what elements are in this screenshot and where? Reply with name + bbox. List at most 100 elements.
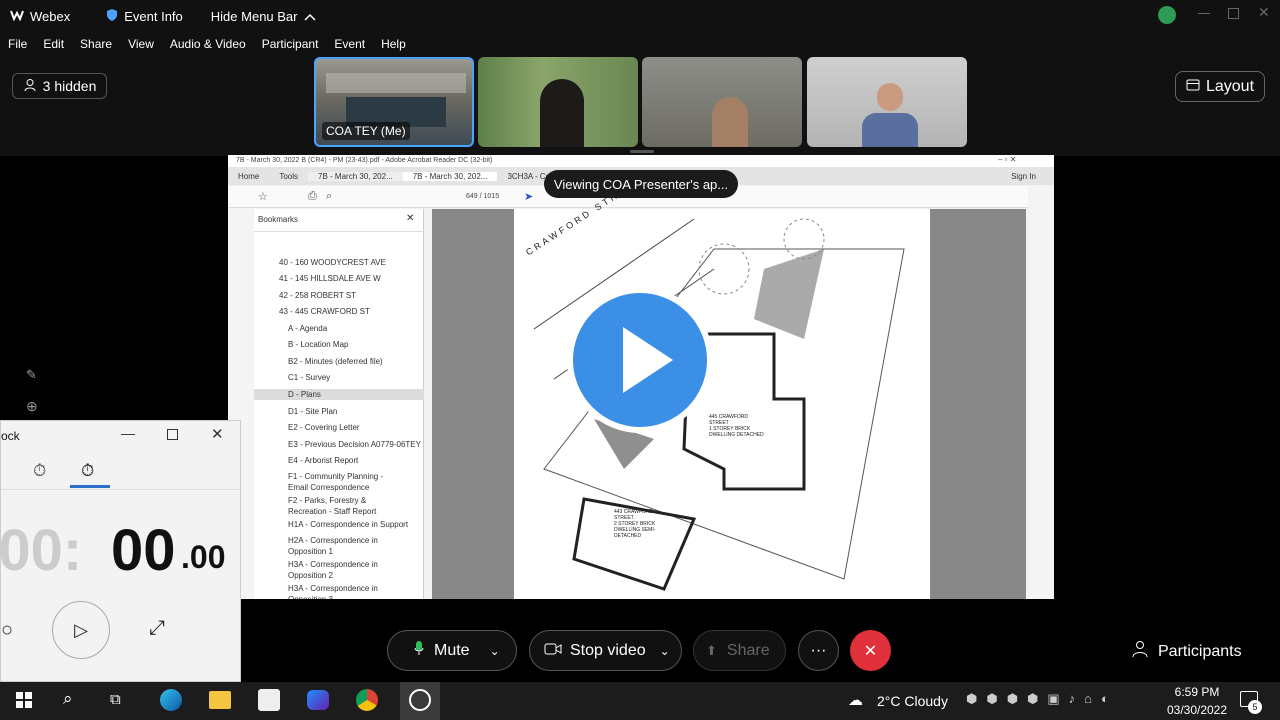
video-stage <box>0 56 1280 156</box>
doc-tab-tools[interactable]: Tools <box>269 172 308 181</box>
bookmark-item[interactable]: 42 - 258 ROBERT ST <box>254 290 424 301</box>
webex-taskbar-icon[interactable] <box>307 690 329 710</box>
participants-label: Participants <box>1158 642 1242 660</box>
menu-share[interactable]: Share <box>80 37 112 51</box>
alarms-clock-taskbar-item[interactable] <box>400 682 440 720</box>
close-icon[interactable]: ✕ <box>211 425 224 443</box>
share-icon: ⬆ <box>706 642 717 658</box>
bookmarks-title: Bookmarks <box>258 215 299 224</box>
menu-help[interactable]: Help <box>381 37 406 51</box>
maximize-icon[interactable] <box>1228 8 1239 19</box>
edge-icon[interactable] <box>160 689 182 711</box>
hidden-participants-button[interactable]: 3 hidden <box>12 73 107 99</box>
maximize-icon[interactable] <box>167 429 178 440</box>
participants-button[interactable]: Participants <box>1132 640 1242 663</box>
bookmark-item[interactable]: E2 - Covering Letter <box>254 422 424 433</box>
close-icon[interactable]: ✕ <box>1258 4 1270 21</box>
play-overlay-button[interactable] <box>567 287 713 433</box>
bookmark-item[interactable]: A - Agenda <box>254 323 424 334</box>
search-icon[interactable]: ⌕ <box>63 689 73 709</box>
bookmark-item-selected[interactable]: D - Plans <box>254 389 424 400</box>
bookmark-item[interactable]: D1 - Site Plan <box>254 406 424 417</box>
bookmark-item[interactable]: E4 - Arborist Report <box>254 455 424 466</box>
more-options-button[interactable]: ··· <box>798 630 839 671</box>
store-icon[interactable] <box>258 689 280 711</box>
doc-window-controls[interactable]: ‒ ▫ ✕ <box>998 155 1016 164</box>
search-icon[interactable]: ⌕ <box>326 190 332 203</box>
video-thumb-participant-2[interactable] <box>642 57 802 147</box>
chrome-icon[interactable] <box>356 689 378 711</box>
doc-tab-1[interactable]: 7B - March 30, 202... <box>308 171 403 181</box>
doc-sign-in[interactable]: Sign In <box>1001 172 1046 181</box>
minimize-icon[interactable]: — <box>121 425 135 441</box>
doc-tab-2[interactable]: 7B - March 30, 202... <box>402 171 498 181</box>
doc-tab-home[interactable]: Home <box>228 172 269 181</box>
zoom-icon[interactable]: ⊕ <box>26 398 38 415</box>
star-icon[interactable]: ☆ <box>258 190 268 203</box>
bookmark-item[interactable]: H1A - Correspondence in Support <box>254 519 424 530</box>
video-thumb-participant-1[interactable] <box>478 57 638 147</box>
taskbar-time[interactable]: 6:59 PM <box>1167 685 1227 699</box>
chevron-down-icon[interactable]: ⌄ <box>490 644 500 658</box>
taskbar-date[interactable]: 03/30/2022 <box>1160 703 1234 717</box>
self-name-label: COA TEY (Me) <box>322 122 410 140</box>
menu-view[interactable]: View <box>128 37 154 51</box>
status-avatar-icon[interactable] <box>1158 6 1176 24</box>
layout-label: Layout <box>1205 77 1255 95</box>
menu-event[interactable]: Event <box>334 37 365 51</box>
bookmark-item[interactable]: H2A - Correspondence in Opposition 1 <box>254 535 394 557</box>
chevron-down-icon[interactable]: ⌄ <box>660 644 670 658</box>
menu-file[interactable]: File <box>8 37 27 51</box>
reset-icon[interactable]: ○ <box>1 619 13 642</box>
bookmark-item[interactable]: 41 - 145 HILLSDALE AVE W <box>254 273 424 284</box>
layout-button[interactable]: Layout <box>1175 71 1265 102</box>
person-icon <box>23 78 37 95</box>
menu-edit[interactable]: Edit <box>43 37 64 51</box>
house-445-label: 445 CRAWFORD STREET 1 STOREY BRICK DWELL… <box>709 414 769 438</box>
bookmark-item[interactable]: F2 - Parks, Forestry & Recreation - Staf… <box>254 495 404 517</box>
expand-icon[interactable]: ⤢ <box>149 617 165 640</box>
clock-title: ock <box>1 429 20 443</box>
stopwatch-hundredths: .00 <box>181 539 226 575</box>
webex-app[interactable]: Webex <box>10 9 70 24</box>
bookmark-item[interactable]: B - Location Map <box>254 339 424 350</box>
windows-start-icon[interactable] <box>16 692 32 708</box>
weather-label[interactable]: 2°C Cloudy <box>877 693 948 709</box>
stop-video-button[interactable]: Stop video ⌄ <box>529 630 682 671</box>
cloud-icon: ☁ <box>848 692 863 709</box>
end-call-button[interactable]: ✕ <box>850 630 891 671</box>
minimize-icon[interactable] <box>1198 13 1210 14</box>
bookmark-item[interactable]: C1 - Survey <box>254 372 424 383</box>
file-explorer-icon[interactable] <box>209 691 231 709</box>
video-thumb-self[interactable]: COA TEY (Me) <box>314 57 474 147</box>
menu-audio-video[interactable]: Audio & Video <box>170 37 246 51</box>
mute-button[interactable]: Mute ⌄ <box>387 630 517 671</box>
stage-resize-handle[interactable] <box>630 150 654 153</box>
timer-icon[interactable]: ⏱ <box>33 461 46 481</box>
annotate-icon[interactable]: ✎ <box>26 367 37 383</box>
tray-icons[interactable]: ⬢⬢⬢⬢▣♪⌂◐ <box>966 691 1118 707</box>
video-thumb-participant-3[interactable] <box>807 57 967 147</box>
bookmark-item[interactable]: B2 - Minutes (deferred file) <box>254 356 424 367</box>
bookmark-item[interactable]: 43 - 445 CRAWFORD ST <box>254 306 424 317</box>
house-443-title: 443 CRAWFORD STREET <box>614 509 653 521</box>
bookmark-item[interactable]: H3A - Correspondence in Opposition 2 <box>254 559 394 581</box>
bookmark-item[interactable]: F1 - Community Planning - Email Correspo… <box>254 471 404 493</box>
start-button[interactable]: ▷ <box>52 601 110 659</box>
cursor-tool-icon[interactable]: ➤ <box>524 190 533 203</box>
play-icon: ▷ <box>74 619 88 640</box>
bookmark-item[interactable]: 40 - 160 WOODYCREST AVE <box>254 257 424 268</box>
share-button[interactable]: ⬆ Share <box>693 630 786 671</box>
doc-right-toolbar <box>1028 186 1054 599</box>
menu-participant[interactable]: Participant <box>262 37 319 51</box>
event-info-button[interactable]: Event Info <box>106 8 183 25</box>
stopwatch-icon[interactable]: ⏱ <box>81 461 94 481</box>
task-view-icon[interactable]: ⧉ <box>110 691 121 708</box>
microphone-icon <box>414 640 424 661</box>
print-icon[interactable]: ⎙ <box>308 190 317 203</box>
mute-label: Mute <box>434 641 470 659</box>
bookmarks-close-icon[interactable]: ✕ <box>406 213 414 224</box>
bookmark-item[interactable]: H3A - Correspondence in Opposition 3 <box>254 583 394 599</box>
hide-menu-bar-button[interactable]: Hide Menu Bar <box>211 9 316 24</box>
bookmark-item[interactable]: E3 - Previous Decision A0779-06TEY <box>254 439 424 450</box>
